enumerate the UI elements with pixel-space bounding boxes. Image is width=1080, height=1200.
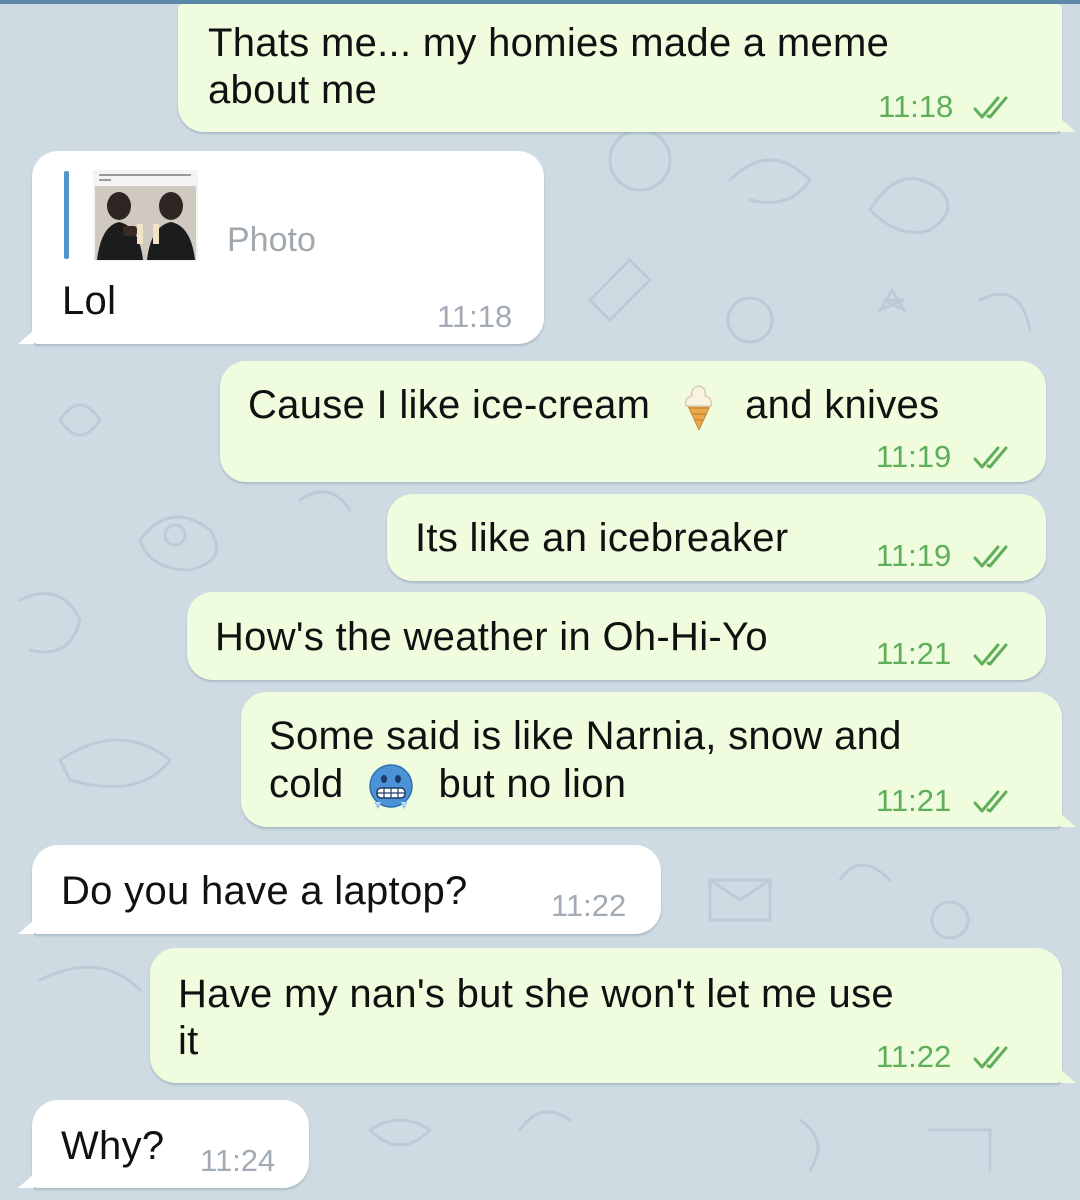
message-text: Lol	[62, 279, 117, 323]
message-text: Do you have a laptop?	[61, 869, 468, 913]
message-time: 11:19	[876, 538, 952, 573]
message-text: about me	[208, 68, 378, 112]
meme-photo-icon	[93, 170, 198, 261]
message-text: Why?	[61, 1124, 165, 1168]
message-text: it	[178, 1019, 199, 1063]
message-text-part: Cause I like ice-cream	[248, 383, 651, 427]
message-text: How's the weather in Oh-Hi-Yo	[215, 615, 768, 659]
message-text-part: and knives	[745, 383, 940, 427]
read-double-check-icon	[973, 790, 1008, 813]
read-double-check-icon	[973, 545, 1008, 568]
message-text-part: cold	[269, 762, 344, 806]
message-text: Have my nan's but she won't let me use	[178, 972, 894, 1016]
photo-thumbnail[interactable]	[93, 170, 198, 261]
message-bubble-incoming[interactable]: Photo Lol 11:18	[18, 151, 544, 344]
read-double-check-icon	[973, 446, 1008, 469]
read-double-check-icon	[973, 1046, 1008, 1069]
message-time: 11:24	[200, 1143, 276, 1178]
read-double-check-icon	[973, 96, 1008, 119]
message-text: cold but no lion	[269, 761, 626, 810]
message-bubble-outgoing[interactable]: Cause I like ice-cream and knives 11:19	[220, 361, 1046, 482]
message-time: 11:22	[876, 1039, 952, 1074]
cold-face-emoji-icon	[369, 764, 413, 810]
message-time: 11:21	[876, 636, 952, 671]
message-bubble-outgoing[interactable]: How's the weather in Oh-Hi-Yo 11:21	[187, 592, 1046, 680]
reply-photo-label: Photo	[227, 221, 316, 259]
message-time: 11:22	[551, 888, 627, 923]
message-time: 11:19	[876, 439, 952, 474]
message-text: Some said is like Narnia, snow and	[269, 714, 902, 758]
message-text: Cause I like ice-cream and knives	[248, 382, 940, 431]
message-bubble-outgoing[interactable]: Have my nan's but she won't let me use i…	[150, 948, 1076, 1083]
message-bubble-outgoing[interactable]: Thats me... my homies made a meme about …	[178, 4, 1076, 132]
reply-quote-bar	[64, 171, 69, 259]
message-bubble-incoming[interactable]: Why? 11:24	[18, 1100, 309, 1188]
message-bubble-outgoing[interactable]: Some said is like Narnia, snow and cold …	[241, 692, 1076, 827]
soft-ice-cream-emoji-icon	[684, 385, 712, 431]
message-bubble-outgoing[interactable]: Its like an icebreaker 11:19	[387, 494, 1046, 581]
message-text: Thats me... my homies made a meme	[208, 21, 890, 65]
message-text-part: but no lion	[438, 762, 627, 806]
message-time: 11:18	[437, 299, 513, 334]
read-double-check-icon	[973, 643, 1008, 666]
message-time: 11:21	[876, 783, 952, 818]
message-text: Its like an icebreaker	[415, 516, 789, 560]
message-bubble-incoming[interactable]: Do you have a laptop? 11:22	[18, 845, 661, 934]
message-time: 11:18	[878, 89, 954, 124]
